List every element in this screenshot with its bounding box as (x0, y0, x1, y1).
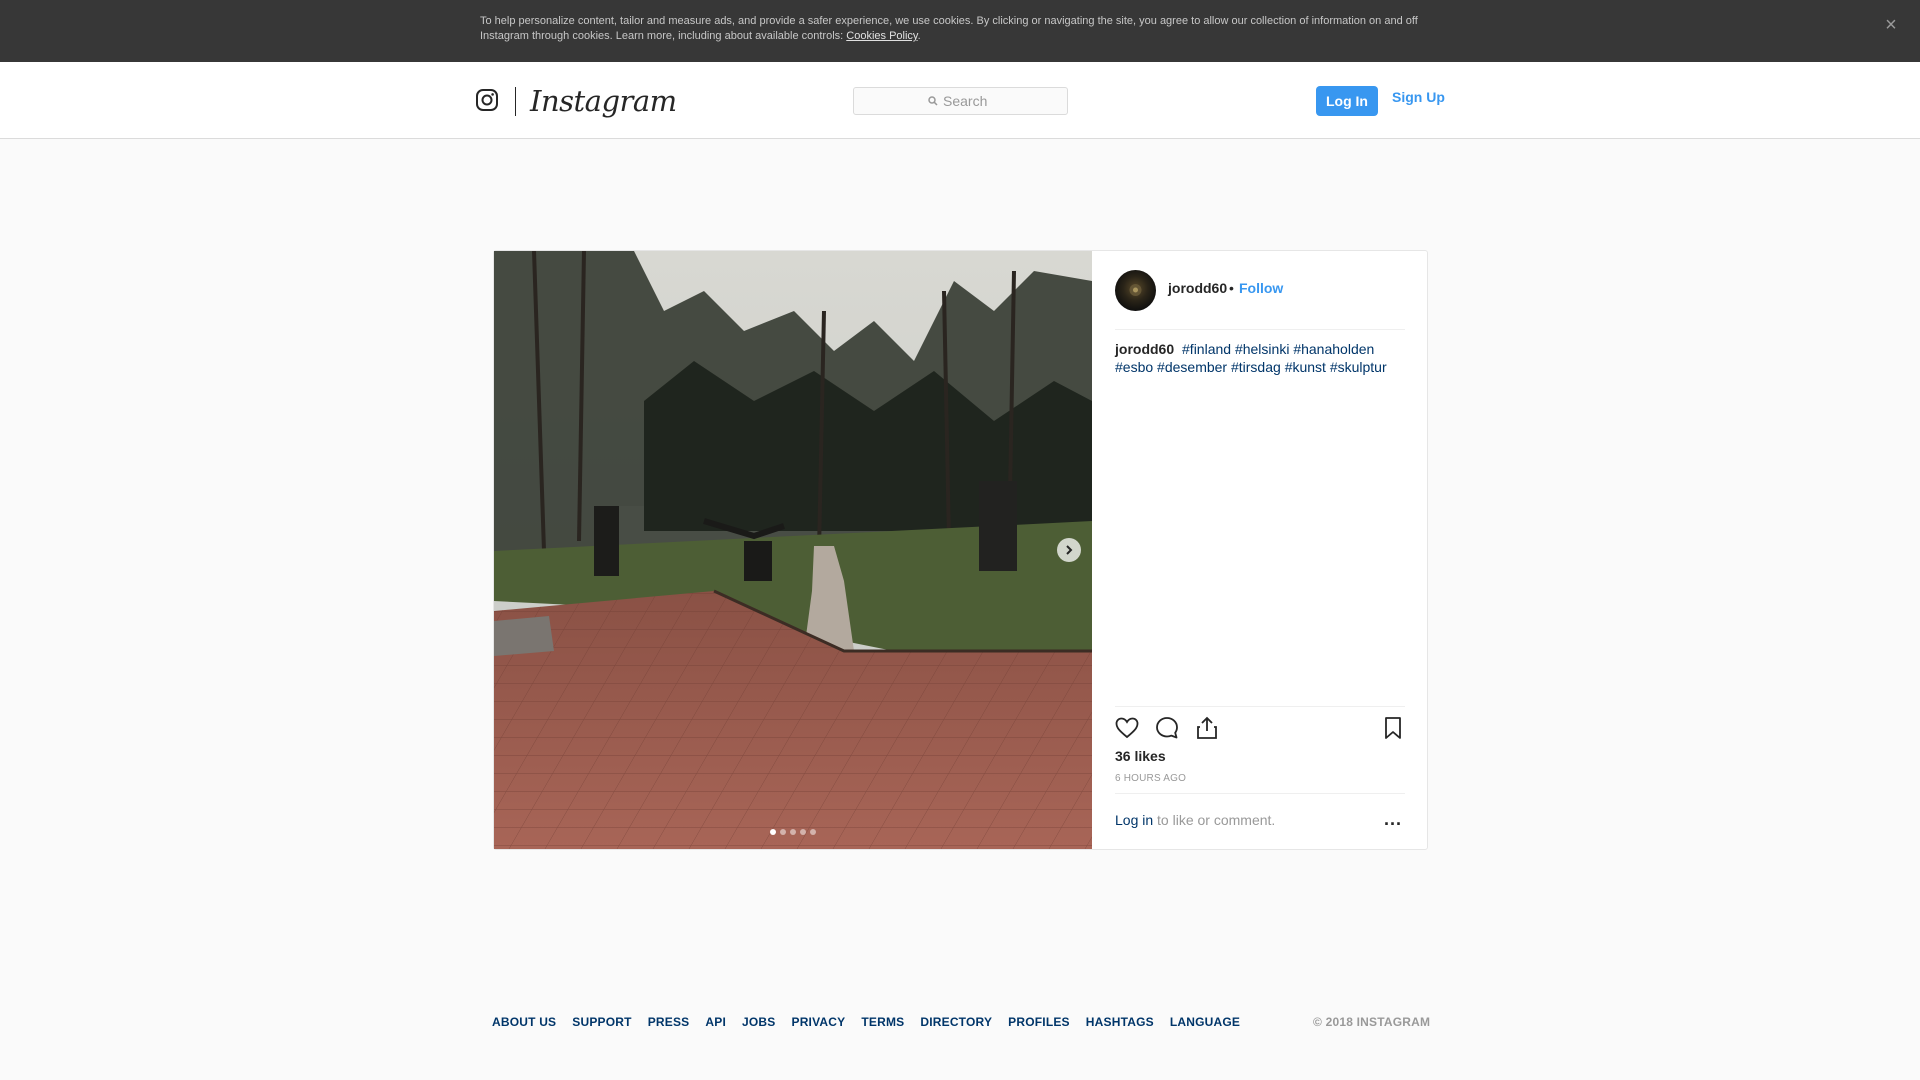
carousel-dot (780, 829, 786, 835)
footer-nav: ABOUT US SUPPORT PRESS API JOBS PRIVACY … (492, 1015, 1240, 1029)
footer-link-directory[interactable]: DIRECTORY (920, 1015, 992, 1029)
cookie-notice-text: To help personalize content, tailor and … (480, 15, 1418, 42)
post-photo[interactable] (494, 251, 1092, 849)
instagram-wordmark[interactable]: Instagram (530, 82, 677, 120)
footer-link-press[interactable]: PRESS (648, 1015, 690, 1029)
footer-link-profiles[interactable]: PROFILES (1008, 1015, 1070, 1029)
post-timestamp[interactable]: 6 HOURS AGO (1115, 773, 1186, 784)
post-username[interactable]: jorodd60 (1168, 280, 1227, 296)
hashtag-link[interactable]: #hanaholden (1293, 341, 1374, 357)
footer-link-support[interactable]: SUPPORT (572, 1015, 631, 1029)
login-prompt: Log in to like or comment. (1115, 812, 1275, 828)
carousel-dot (800, 829, 806, 835)
actions-divider (1115, 706, 1405, 707)
carousel-indicator (770, 829, 816, 835)
carousel-dot (810, 829, 816, 835)
cookie-notice-period: . (917, 30, 921, 42)
hashtag-link[interactable]: #kunst (1285, 359, 1326, 375)
comment-divider (1115, 793, 1405, 794)
more-options-button[interactable]: ... (1382, 810, 1404, 832)
post-header (1115, 270, 1405, 330)
footer-link-terms[interactable]: TERMS (861, 1015, 904, 1029)
cookie-banner: To help personalize content, tailor and … (0, 0, 1920, 62)
heart-icon[interactable] (1114, 715, 1140, 741)
hashtag-link[interactable]: #finland (1182, 341, 1231, 357)
copyright-text: © 2018 INSTAGRAM (1313, 1015, 1431, 1029)
share-icon[interactable] (1194, 715, 1220, 741)
login-button[interactable]: Log In (1316, 86, 1378, 116)
hashtag-link[interactable]: #skulptur (1330, 359, 1387, 375)
footer-link-hashtags[interactable]: HASHTAGS (1086, 1015, 1154, 1029)
footer-link-language[interactable]: LANGUAGE (1170, 1015, 1240, 1029)
comment-icon[interactable] (1154, 715, 1180, 741)
like-count[interactable]: 36 likes (1115, 748, 1166, 764)
separator-bullet: • (1229, 280, 1234, 296)
bookmark-icon[interactable] (1380, 715, 1406, 741)
camera-icon[interactable] (475, 88, 499, 112)
footer-link-about-us[interactable]: ABOUT US (492, 1015, 556, 1029)
cookies-policy-link[interactable]: Cookies Policy (846, 30, 917, 42)
hashtag-link[interactable]: #tirsdag (1231, 359, 1281, 375)
hashtag-link[interactable]: #desember (1157, 359, 1227, 375)
post-caption: jorodd60 #finland #helsinki #hanaholden … (1115, 340, 1405, 376)
cookie-notice: To help personalize content, tailor and … (480, 14, 1420, 44)
login-prompt-text: to like or comment. (1153, 812, 1276, 828)
close-icon[interactable]: × (1880, 14, 1902, 36)
login-link[interactable]: Log in (1115, 812, 1153, 828)
carousel-dot (790, 829, 796, 835)
logo-divider (515, 87, 516, 116)
avatar[interactable] (1115, 270, 1156, 311)
search-input[interactable] (943, 93, 993, 109)
hashtag-link[interactable]: #esbo (1115, 359, 1153, 375)
signup-link[interactable]: Sign Up (1392, 89, 1445, 105)
search-icon (928, 96, 938, 106)
footer-link-jobs[interactable]: JOBS (742, 1015, 775, 1029)
chevron-right-icon (1066, 545, 1073, 555)
footer-link-privacy[interactable]: PRIVACY (791, 1015, 845, 1029)
hashtag-link[interactable]: #helsinki (1235, 341, 1289, 357)
carousel-dot-active (770, 829, 776, 835)
follow-button[interactable]: Follow (1239, 280, 1283, 296)
search-box[interactable] (853, 87, 1068, 115)
caption-username[interactable]: jorodd60 (1115, 341, 1174, 357)
next-photo-button[interactable] (1057, 538, 1081, 562)
footer-link-api[interactable]: API (705, 1015, 726, 1029)
